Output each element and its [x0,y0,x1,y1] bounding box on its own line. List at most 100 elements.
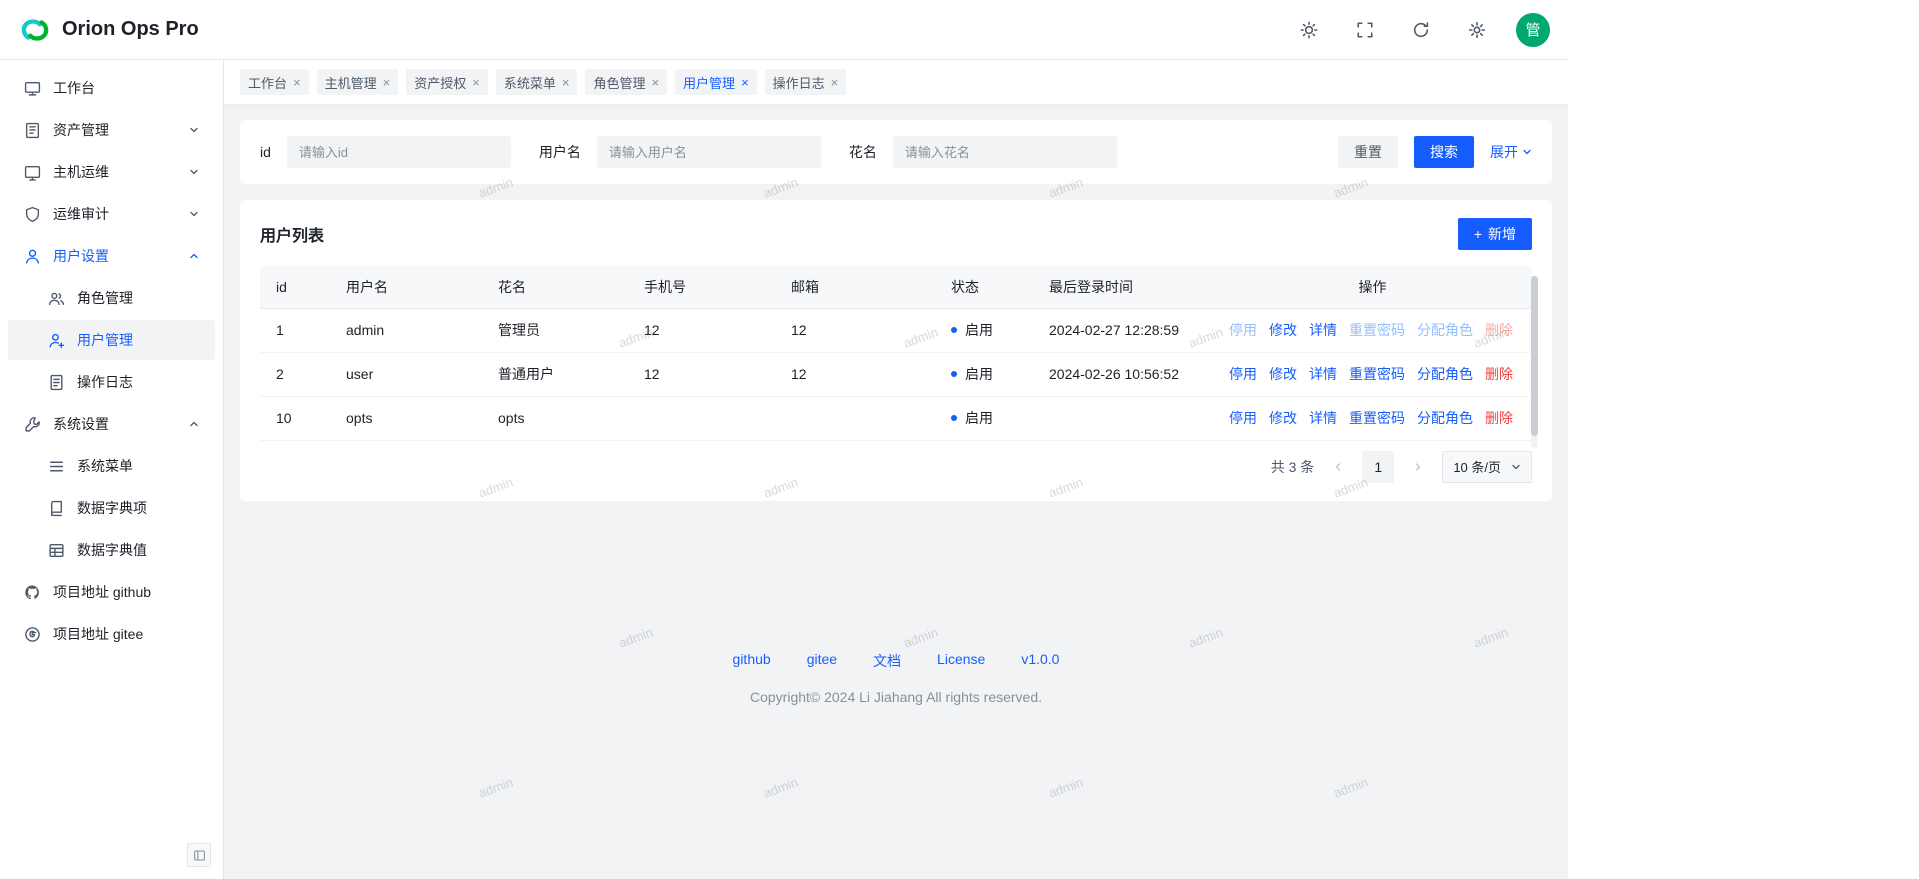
sidebar-item-label: 数据字典值 [77,540,147,560]
action-edit[interactable]: 修改 [1269,320,1297,340]
table-scrollbar[interactable] [1531,276,1538,448]
page-number[interactable]: 1 [1362,451,1394,483]
user-add-icon [48,332,65,349]
sidebar-item-workbench[interactable]: 工作台 [8,68,215,108]
scrollbar-thumb[interactable] [1531,276,1538,436]
chevron-down-icon [189,167,199,177]
sidebar-item-operation-log[interactable]: 操作日志 [8,362,215,402]
close-icon[interactable]: × [383,76,391,89]
sidebar-item-dict-key[interactable]: 数据字典项 [8,488,215,528]
username-input[interactable] [597,136,821,168]
book-icon [48,500,65,517]
close-icon[interactable]: × [472,76,480,89]
action-disable[interactable]: 停用 [1229,408,1257,428]
id-input[interactable] [287,136,511,168]
field-label: 花名 [849,142,877,162]
close-icon[interactable]: × [741,76,749,89]
search-button[interactable]: 搜索 [1414,136,1474,168]
sidebar-item-system-settings[interactable]: 系统设置 [8,404,215,444]
fullscreen-button[interactable] [1348,13,1382,47]
gitee-icon [24,626,41,643]
action-delete[interactable]: 删除 [1485,364,1513,384]
action-assign-role: 分配角色 [1417,320,1473,340]
nickname-input[interactable] [893,136,1117,168]
prev-page-button[interactable] [1324,453,1352,481]
action-disable[interactable]: 停用 [1229,364,1257,384]
sidebar-item-user-management[interactable]: 用户管理 [8,320,215,360]
expand-label: 展开 [1490,142,1518,162]
action-detail[interactable]: 详情 [1309,320,1337,340]
status-dot [951,371,957,377]
close-icon[interactable]: × [831,76,839,89]
cell-id: 1 [260,308,330,352]
footer-link-github[interactable]: github [733,651,771,671]
action-assign-role[interactable]: 分配角色 [1417,408,1473,428]
action-reset-password[interactable]: 重置密码 [1349,364,1405,384]
sidebar-item-label: 运维审计 [53,204,109,224]
page-footer: github gitee 文档 License v1.0.0 Copyright… [240,651,1552,705]
sidebar-item-label: 操作日志 [77,372,133,392]
app-logo [18,13,52,47]
footer-link-version[interactable]: v1.0.0 [1021,651,1059,671]
settings-button[interactable] [1460,13,1494,47]
sidebar-item-label: 用户设置 [53,246,109,266]
user-avatar[interactable]: 管 [1516,13,1550,47]
tab-system-menu[interactable]: 系统菜单 × [496,69,578,95]
action-edit[interactable]: 修改 [1269,364,1297,384]
sidebar-item-ops-audit[interactable]: 运维审计 [8,194,215,234]
cell-nickname: 管理员 [482,308,628,352]
tab-workbench[interactable]: 工作台× [240,69,309,95]
cell-email [775,396,935,440]
tab-host-management[interactable]: 主机管理× [317,69,399,95]
close-icon[interactable]: × [562,76,570,89]
action-detail[interactable]: 详情 [1309,364,1337,384]
close-icon[interactable]: × [651,76,659,89]
tab-label: 系统菜单 [504,73,556,92]
footer-link-license[interactable]: License [937,651,985,671]
action-detail[interactable]: 详情 [1309,408,1337,428]
next-page-button[interactable] [1404,453,1432,481]
action-assign-role[interactable]: 分配角色 [1417,364,1473,384]
reset-button[interactable]: 重置 [1338,136,1398,168]
sidebar-item-host-ops[interactable]: 主机运维 [8,152,215,192]
header-actions: 管 [1292,13,1550,47]
menu-icon [48,458,65,475]
sidebar-item-gitee[interactable]: 项目地址 gitee [8,614,215,654]
action-edit[interactable]: 修改 [1269,408,1297,428]
tab-operation-log[interactable]: 操作日志× [765,69,847,95]
copyright-text: Copyright© 2024 Li Jiahang All rights re… [240,689,1552,705]
refresh-button[interactable] [1404,13,1438,47]
close-icon[interactable]: × [293,76,301,89]
page-size-value: 10 条/页 [1453,457,1501,476]
sidebar-collapse-button[interactable] [187,843,211,867]
footer-link-docs[interactable]: 文档 [873,651,901,671]
action-reset-password[interactable]: 重置密码 [1349,408,1405,428]
tab-asset-auth[interactable]: 资产授权× [406,69,488,95]
sidebar-item-label: 工作台 [53,78,95,98]
sidebar-item-system-menu[interactable]: 系统菜单 [8,446,215,486]
sidebar-item-label: 角色管理 [77,288,133,308]
tab-role-management[interactable]: 角色管理× [585,69,667,95]
panel-title: 用户列表 [260,222,324,246]
action-delete[interactable]: 删除 [1485,408,1513,428]
footer-link-gitee[interactable]: gitee [807,651,837,671]
add-user-button[interactable]: + 新增 [1458,218,1532,250]
pagination: 共 3 条 1 10 条/页 [260,441,1532,493]
sidebar-item-asset-management[interactable]: 资产管理 [8,110,215,150]
sidebar-item-dict-value[interactable]: 数据字典值 [8,530,215,570]
expand-button[interactable]: 展开 [1490,142,1532,162]
search-field-username: 用户名 [539,136,821,168]
sidebar-item-label: 用户管理 [77,330,133,350]
cell-status: 启用 [935,396,1033,440]
sidebar-item-github[interactable]: 项目地址 github [8,572,215,612]
sidebar: 工作台 资产管理 主机运维 [0,60,224,879]
sidebar-item-user-settings[interactable]: 用户设置 [8,236,215,276]
sidebar-item-role-management[interactable]: 角色管理 [8,278,215,318]
cell-last-login: 2024-02-26 10:56:52 [1033,352,1213,396]
user-icon [24,248,41,265]
page-size-select[interactable]: 10 条/页 [1442,451,1532,483]
col-last-login: 最后登录时间 [1033,266,1213,308]
tab-user-management[interactable]: 用户管理× [675,69,757,95]
cell-nickname: opts [482,396,628,440]
theme-toggle-button[interactable] [1292,13,1326,47]
